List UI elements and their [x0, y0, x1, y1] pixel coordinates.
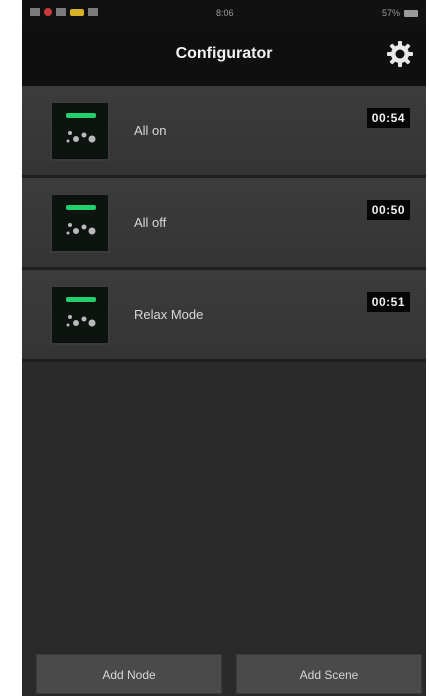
notification-icon	[44, 8, 52, 16]
gear-icon	[387, 41, 413, 67]
scene-row-all-on[interactable]: All on 00:54	[22, 86, 426, 178]
battery-percent: 57%	[381, 8, 400, 18]
scene-time-badge: 00:54	[366, 108, 410, 128]
scene-name: Relax Mode	[134, 307, 204, 322]
scene-name: All on	[134, 123, 167, 138]
scene-list: All on 00:54 All off 00:50 Relax Mode 00…	[22, 86, 426, 362]
scene-thumbnail-icon	[50, 101, 110, 161]
scene-row-relax-mode[interactable]: Relax Mode 00:51	[22, 270, 426, 362]
wifi-icon	[88, 8, 98, 16]
app-header: Configurator	[22, 26, 426, 86]
page-title: Configurator	[175, 45, 273, 62]
settings-button[interactable]	[386, 40, 414, 68]
status-time: 8:06	[216, 8, 234, 18]
add-node-button[interactable]: Add Node	[36, 654, 222, 694]
battery-icon	[404, 9, 418, 17]
data-badge-icon	[70, 8, 84, 16]
scene-row-all-off[interactable]: All off 00:50	[22, 178, 426, 270]
signal-icon	[56, 8, 66, 16]
status-icons-left	[30, 8, 98, 16]
footer-bar: Add Node Add Scene	[22, 652, 426, 696]
scene-name: All off	[134, 215, 167, 230]
status-bar: 8:06 57%	[22, 0, 426, 26]
status-icons-right: 57%	[382, 8, 418, 18]
signal-icon	[30, 8, 40, 16]
scene-time-badge: 00:50	[366, 200, 410, 220]
app-screen: 8:06 57% Configurator All on 00:54 All o…	[22, 0, 426, 696]
scene-thumbnail-icon	[50, 193, 110, 253]
scene-time-badge: 00:51	[366, 292, 410, 312]
add-scene-button[interactable]: Add Scene	[236, 654, 422, 694]
scene-thumbnail-icon	[50, 285, 110, 345]
